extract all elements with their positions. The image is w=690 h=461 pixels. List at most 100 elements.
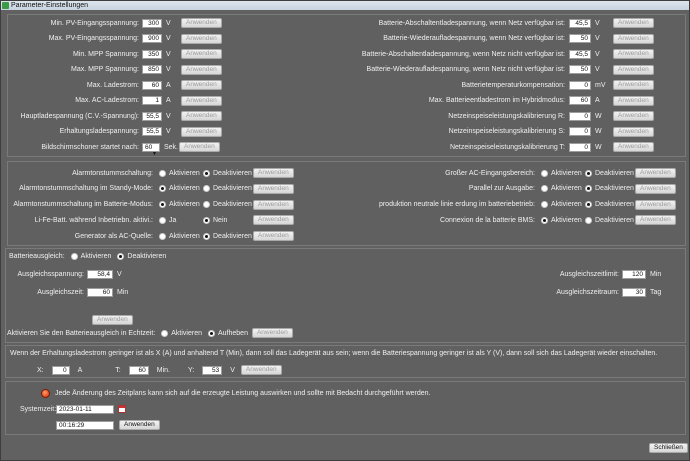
system-time-input[interactable]: 00:16:29 xyxy=(56,420,114,430)
option-1-label: Aktivieren xyxy=(169,185,200,193)
setting-input[interactable]: 1 xyxy=(142,96,162,105)
option-2-label: Deaktivieren xyxy=(213,201,252,209)
option-2-radio[interactable] xyxy=(203,169,210,177)
realtime-activate-radio[interactable] xyxy=(161,329,169,337)
balance-apply-button[interactable]: Anwenden xyxy=(92,315,133,325)
setting-unit: A xyxy=(166,81,171,89)
setting-input[interactable]: 60 xyxy=(569,96,591,105)
option-2-radio[interactable] xyxy=(585,216,592,224)
toggle-apply-button[interactable]: Anwenden xyxy=(253,231,294,242)
setting-input[interactable]: 0 xyxy=(569,142,591,152)
setting-apply-button[interactable]: Anwenden xyxy=(613,18,654,28)
setting-apply-button[interactable]: Anwenden xyxy=(181,111,222,121)
toggle-row: Alarmtonstummschaltung im Batterie-Modus… xyxy=(9,199,294,211)
option-2-radio[interactable] xyxy=(203,216,210,224)
setting-apply-button[interactable]: Anwenden xyxy=(613,111,654,121)
float-charge-inputs: X: 0 A T: 60 Min. Y: 53 V Anwenden xyxy=(37,364,282,376)
option-1-label: Aktivieren xyxy=(551,201,582,209)
option-1-radio[interactable] xyxy=(159,185,166,193)
setting-input[interactable]: 850 xyxy=(142,65,162,74)
setting-input[interactable]: 55,5 xyxy=(142,127,162,136)
setting-label: Max. Ladestrom: xyxy=(86,81,139,89)
setting-apply-button[interactable]: Anwenden xyxy=(181,95,222,106)
setting-apply-button[interactable]: Anwenden xyxy=(613,80,654,90)
realtime-balance-row: Aktivieren Sie den Batterieausgleich in … xyxy=(7,327,293,339)
balance-activate-label: Aktivieren xyxy=(80,252,112,260)
option-1-radio[interactable] xyxy=(541,169,548,177)
toggle-apply-button[interactable]: Anwenden xyxy=(253,199,294,210)
close-button[interactable]: Schließen xyxy=(649,443,688,453)
setting-apply-button[interactable]: Anwenden xyxy=(181,126,222,137)
setting-apply-button[interactable]: Anwenden xyxy=(181,33,222,44)
setting-label: Batterietemperaturkompensation: xyxy=(461,81,566,89)
balance-timeout-input[interactable]: 120 xyxy=(622,269,646,279)
float-charge-apply-button[interactable]: Anwenden xyxy=(240,365,282,375)
setting-input[interactable]: 45,5 xyxy=(569,18,591,28)
balance-deactivate-radio[interactable] xyxy=(117,252,125,260)
toggle-apply-button[interactable]: Anwenden xyxy=(253,215,294,226)
option-2-radio[interactable] xyxy=(203,232,210,240)
setting-unit: V xyxy=(166,66,171,73)
balance-activate-radio[interactable] xyxy=(70,252,78,260)
option-2-radio[interactable] xyxy=(203,201,210,209)
option-1-radio[interactable] xyxy=(159,201,166,209)
option-1-radio[interactable] xyxy=(541,201,548,209)
toggle-apply-button[interactable]: Anwenden xyxy=(253,183,294,194)
setting-row: Min. MPP Spannung: 350 V Anwenden xyxy=(9,48,222,60)
option-1-radio[interactable] xyxy=(541,185,548,193)
setting-apply-button[interactable]: Anwenden xyxy=(613,33,654,44)
toggle-label: Alarmtonstummschaltung: xyxy=(72,169,153,177)
calendar-icon[interactable] xyxy=(118,405,126,413)
toggle-apply-button[interactable]: Anwenden xyxy=(253,168,294,178)
setting-input[interactable]: 50 xyxy=(569,34,591,43)
system-time-label: Systemzeit: xyxy=(20,405,57,413)
setting-apply-button[interactable]: Anwenden xyxy=(613,64,654,75)
setting-apply-button[interactable]: Anwenden xyxy=(181,64,222,75)
toggle-row: produktion neutrale linie erdung im batt… xyxy=(345,199,676,211)
system-time-apply-button[interactable]: Anwenden xyxy=(119,420,160,430)
setting-input[interactable]: 300 xyxy=(142,18,162,28)
setting-input[interactable]: 0 xyxy=(569,127,591,136)
setting-input[interactable]: 0 xyxy=(569,80,591,90)
option-2-radio[interactable] xyxy=(585,169,592,177)
realtime-cancel-radio[interactable] xyxy=(207,329,215,337)
x-input[interactable]: 0 xyxy=(51,365,70,375)
setting-apply-button[interactable]: Anwenden xyxy=(613,49,654,59)
option-2-radio[interactable] xyxy=(585,201,592,209)
t-input[interactable]: 60 xyxy=(128,365,149,375)
option-2-label: Nein xyxy=(213,216,228,224)
screensaver-select[interactable]: 60 ▼ xyxy=(142,142,160,157)
toggle-apply-button[interactable]: Anwenden xyxy=(635,215,676,226)
setting-apply-button[interactable]: Anwenden xyxy=(613,142,654,152)
setting-label: Max. AC-Ladestrom: xyxy=(75,97,139,104)
balance-time-input[interactable]: 60 xyxy=(87,287,113,297)
balance-period-input[interactable]: 30 xyxy=(622,287,646,297)
realtime-apply-button[interactable]: Anwenden xyxy=(251,328,293,338)
setting-input[interactable]: 0 xyxy=(569,111,591,121)
y-input[interactable]: 53 xyxy=(202,365,223,375)
system-date-input[interactable]: 2023-01-11 xyxy=(56,404,114,414)
option-1-radio[interactable] xyxy=(159,216,166,224)
setting-input[interactable]: 55,5 xyxy=(142,111,162,121)
option-1-radio[interactable] xyxy=(159,169,166,177)
setting-apply-button[interactable]: Anwenden xyxy=(181,49,222,59)
setting-apply-button[interactable]: Anwenden xyxy=(613,126,654,137)
setting-apply-button[interactable]: Anwenden xyxy=(181,18,222,28)
option-1-radio[interactable] xyxy=(541,216,548,224)
setting-input[interactable]: 900 xyxy=(142,34,162,43)
option-1-radio[interactable] xyxy=(159,232,166,240)
setting-input[interactable]: 50 xyxy=(569,65,591,74)
setting-input[interactable]: 350 xyxy=(142,49,162,59)
toggle-apply-button[interactable]: Anwenden xyxy=(635,199,676,210)
toggle-apply-button[interactable]: Anwenden xyxy=(635,183,676,194)
option-2-radio[interactable] xyxy=(203,185,210,193)
system-date-row: Systemzeit: 2023-01-11 xyxy=(20,403,126,415)
balance-voltage-input[interactable]: 58,4 xyxy=(87,269,113,279)
option-2-radio[interactable] xyxy=(585,185,592,193)
setting-apply-button[interactable]: Anwenden xyxy=(179,142,220,152)
setting-apply-button[interactable]: Anwenden xyxy=(613,95,654,106)
setting-apply-button[interactable]: Anwenden xyxy=(181,80,222,90)
setting-input[interactable]: 45,5 xyxy=(569,49,591,59)
toggle-apply-button[interactable]: Anwenden xyxy=(635,168,676,178)
setting-input[interactable]: 60 xyxy=(142,80,162,90)
